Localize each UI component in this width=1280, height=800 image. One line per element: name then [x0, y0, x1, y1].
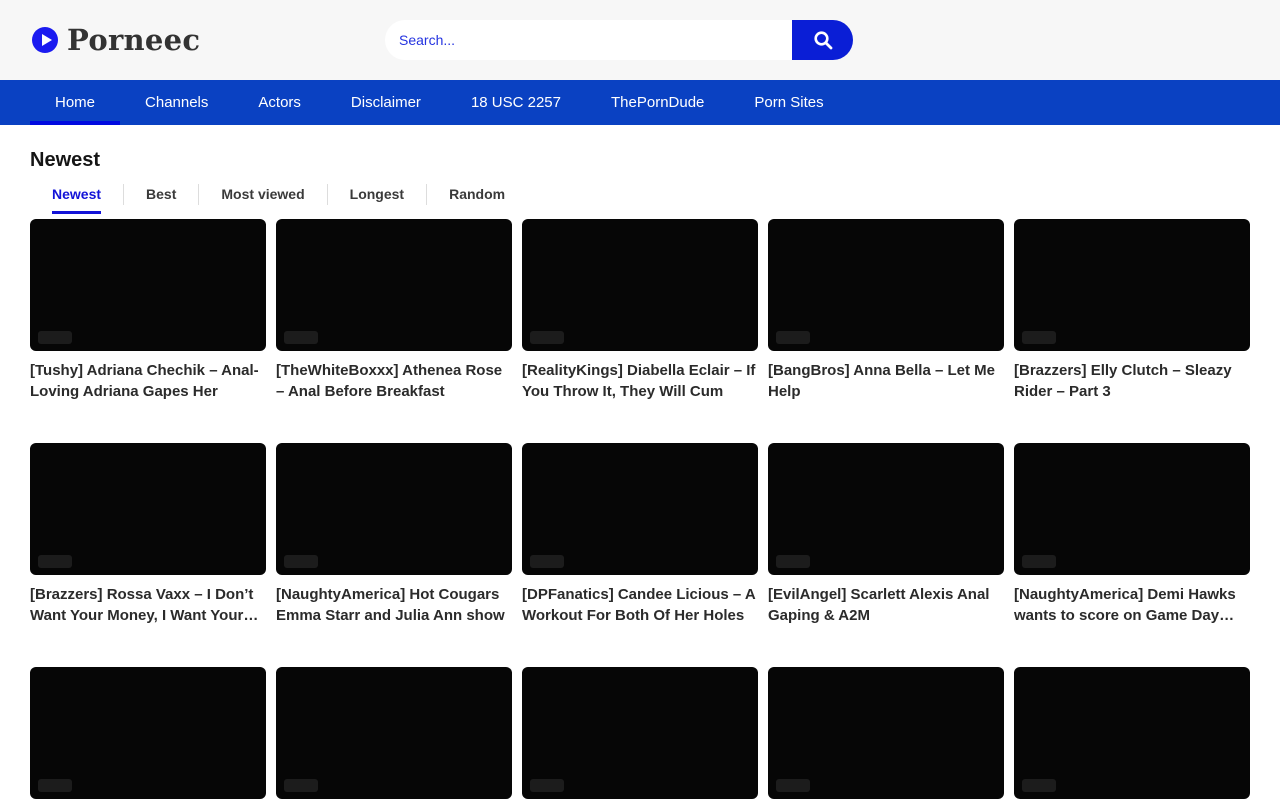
video-thumbnail[interactable]: [276, 443, 512, 575]
duration-badge: [284, 331, 318, 344]
video-card: [Brazzers] Rossa Vaxx – I Don’t Want You…: [30, 443, 266, 626]
video-card: [DPFanatics] Candee Licious – A Workout …: [522, 443, 758, 626]
duration-badge: [1022, 331, 1056, 344]
duration-badge: [284, 555, 318, 568]
video-card: [NaughtyAmerica] Demi Hawks wants to sco…: [1014, 443, 1250, 626]
search-input[interactable]: [385, 20, 792, 60]
video-card: [30, 667, 266, 800]
search-icon: [812, 29, 834, 51]
video-card: [522, 667, 758, 800]
duration-badge: [776, 779, 810, 792]
tab-label: Longest: [350, 184, 404, 214]
video-card: [TheWhiteBoxxx] Athenea Rose – Anal Befo…: [276, 219, 512, 402]
video-title[interactable]: [TheWhiteBoxxx] Athenea Rose – Anal Befo…: [276, 360, 512, 402]
tab-random[interactable]: Random: [427, 184, 527, 205]
main-nav: Home Channels Actors Disclaimer 18 USC 2…: [0, 80, 1280, 125]
video-thumbnail[interactable]: [522, 219, 758, 351]
video-thumbnail[interactable]: [1014, 219, 1250, 351]
video-title[interactable]: [NaughtyAmerica] Hot Cougars Emma Starr …: [276, 584, 512, 626]
tab-best[interactable]: Best: [124, 184, 199, 205]
video-thumbnail[interactable]: [30, 443, 266, 575]
video-card: [Brazzers] Elly Clutch – Sleazy Rider – …: [1014, 219, 1250, 402]
header: Porneec: [0, 0, 1280, 80]
search-button[interactable]: [792, 20, 853, 60]
video-thumbnail[interactable]: [522, 443, 758, 575]
nav-item-porn-sites[interactable]: Porn Sites: [729, 80, 848, 125]
duration-badge: [38, 779, 72, 792]
duration-badge: [530, 331, 564, 344]
video-title[interactable]: [Brazzers] Elly Clutch – Sleazy Rider – …: [1014, 360, 1250, 402]
play-icon: [32, 27, 58, 53]
video-title[interactable]: [Tushy] Adriana Chechik – Anal-Loving Ad…: [30, 360, 266, 402]
video-card: [BangBros] Anna Bella – Let Me Help: [768, 219, 1004, 402]
nav-item-disclaimer[interactable]: Disclaimer: [326, 80, 446, 125]
tab-label: Best: [146, 184, 176, 214]
duration-badge: [1022, 779, 1056, 792]
video-thumbnail[interactable]: [522, 667, 758, 799]
main-content: Newest Newest Best Most viewed Longest R…: [0, 125, 1280, 800]
duration-badge: [530, 779, 564, 792]
duration-badge: [38, 331, 72, 344]
video-card: [RealityKings] Diabella Eclair – If You …: [522, 219, 758, 402]
duration-badge: [1022, 555, 1056, 568]
nav-item-actors[interactable]: Actors: [233, 80, 326, 125]
video-thumbnail[interactable]: [276, 219, 512, 351]
video-title[interactable]: [RealityKings] Diabella Eclair – If You …: [522, 360, 758, 402]
page-title: Newest: [30, 149, 1250, 172]
nav-item-theporndude[interactable]: ThePornDude: [586, 80, 729, 125]
video-title[interactable]: [EvilAngel] Scarlett Alexis Anal Gaping …: [768, 584, 1004, 626]
duration-badge: [776, 555, 810, 568]
tab-label: Most viewed: [221, 184, 304, 214]
video-thumbnail[interactable]: [30, 667, 266, 799]
tab-longest[interactable]: Longest: [328, 184, 427, 205]
brand-logo[interactable]: Porneec: [32, 23, 200, 57]
video-thumbnail[interactable]: [768, 443, 1004, 575]
nav-item-home[interactable]: Home: [30, 80, 120, 125]
tab-label: Random: [449, 184, 505, 214]
nav-item-18-usc-2257[interactable]: 18 USC 2257: [446, 80, 586, 125]
video-card: [1014, 667, 1250, 800]
video-card: [EvilAngel] Scarlett Alexis Anal Gaping …: [768, 443, 1004, 626]
tab-label: Newest: [52, 184, 101, 214]
tab-most-viewed[interactable]: Most viewed: [199, 184, 327, 205]
video-thumbnail[interactable]: [276, 667, 512, 799]
video-card: [Tushy] Adriana Chechik – Anal-Loving Ad…: [30, 219, 266, 402]
tab-newest[interactable]: Newest: [30, 184, 124, 205]
video-title[interactable]: [Brazzers] Rossa Vaxx – I Don’t Want You…: [30, 584, 266, 626]
video-thumbnail[interactable]: [1014, 667, 1250, 799]
video-title[interactable]: [BangBros] Anna Bella – Let Me Help: [768, 360, 1004, 402]
search-form: [385, 20, 853, 60]
video-title[interactable]: [NaughtyAmerica] Demi Hawks wants to sco…: [1014, 584, 1250, 626]
video-thumbnail[interactable]: [768, 667, 1004, 799]
brand-name: Porneec: [67, 23, 200, 57]
video-thumbnail[interactable]: [768, 219, 1004, 351]
duration-badge: [284, 779, 318, 792]
video-card: [768, 667, 1004, 800]
video-grid: [Tushy] Adriana Chechik – Anal-Loving Ad…: [30, 219, 1250, 800]
nav-item-channels[interactable]: Channels: [120, 80, 233, 125]
sort-tabs: Newest Best Most viewed Longest Random: [30, 184, 1250, 205]
duration-badge: [776, 331, 810, 344]
duration-badge: [530, 555, 564, 568]
video-thumbnail[interactable]: [1014, 443, 1250, 575]
duration-badge: [38, 555, 72, 568]
video-card: [276, 667, 512, 800]
video-title[interactable]: [DPFanatics] Candee Licious – A Workout …: [522, 584, 758, 626]
video-card: [NaughtyAmerica] Hot Cougars Emma Starr …: [276, 443, 512, 626]
video-thumbnail[interactable]: [30, 219, 266, 351]
